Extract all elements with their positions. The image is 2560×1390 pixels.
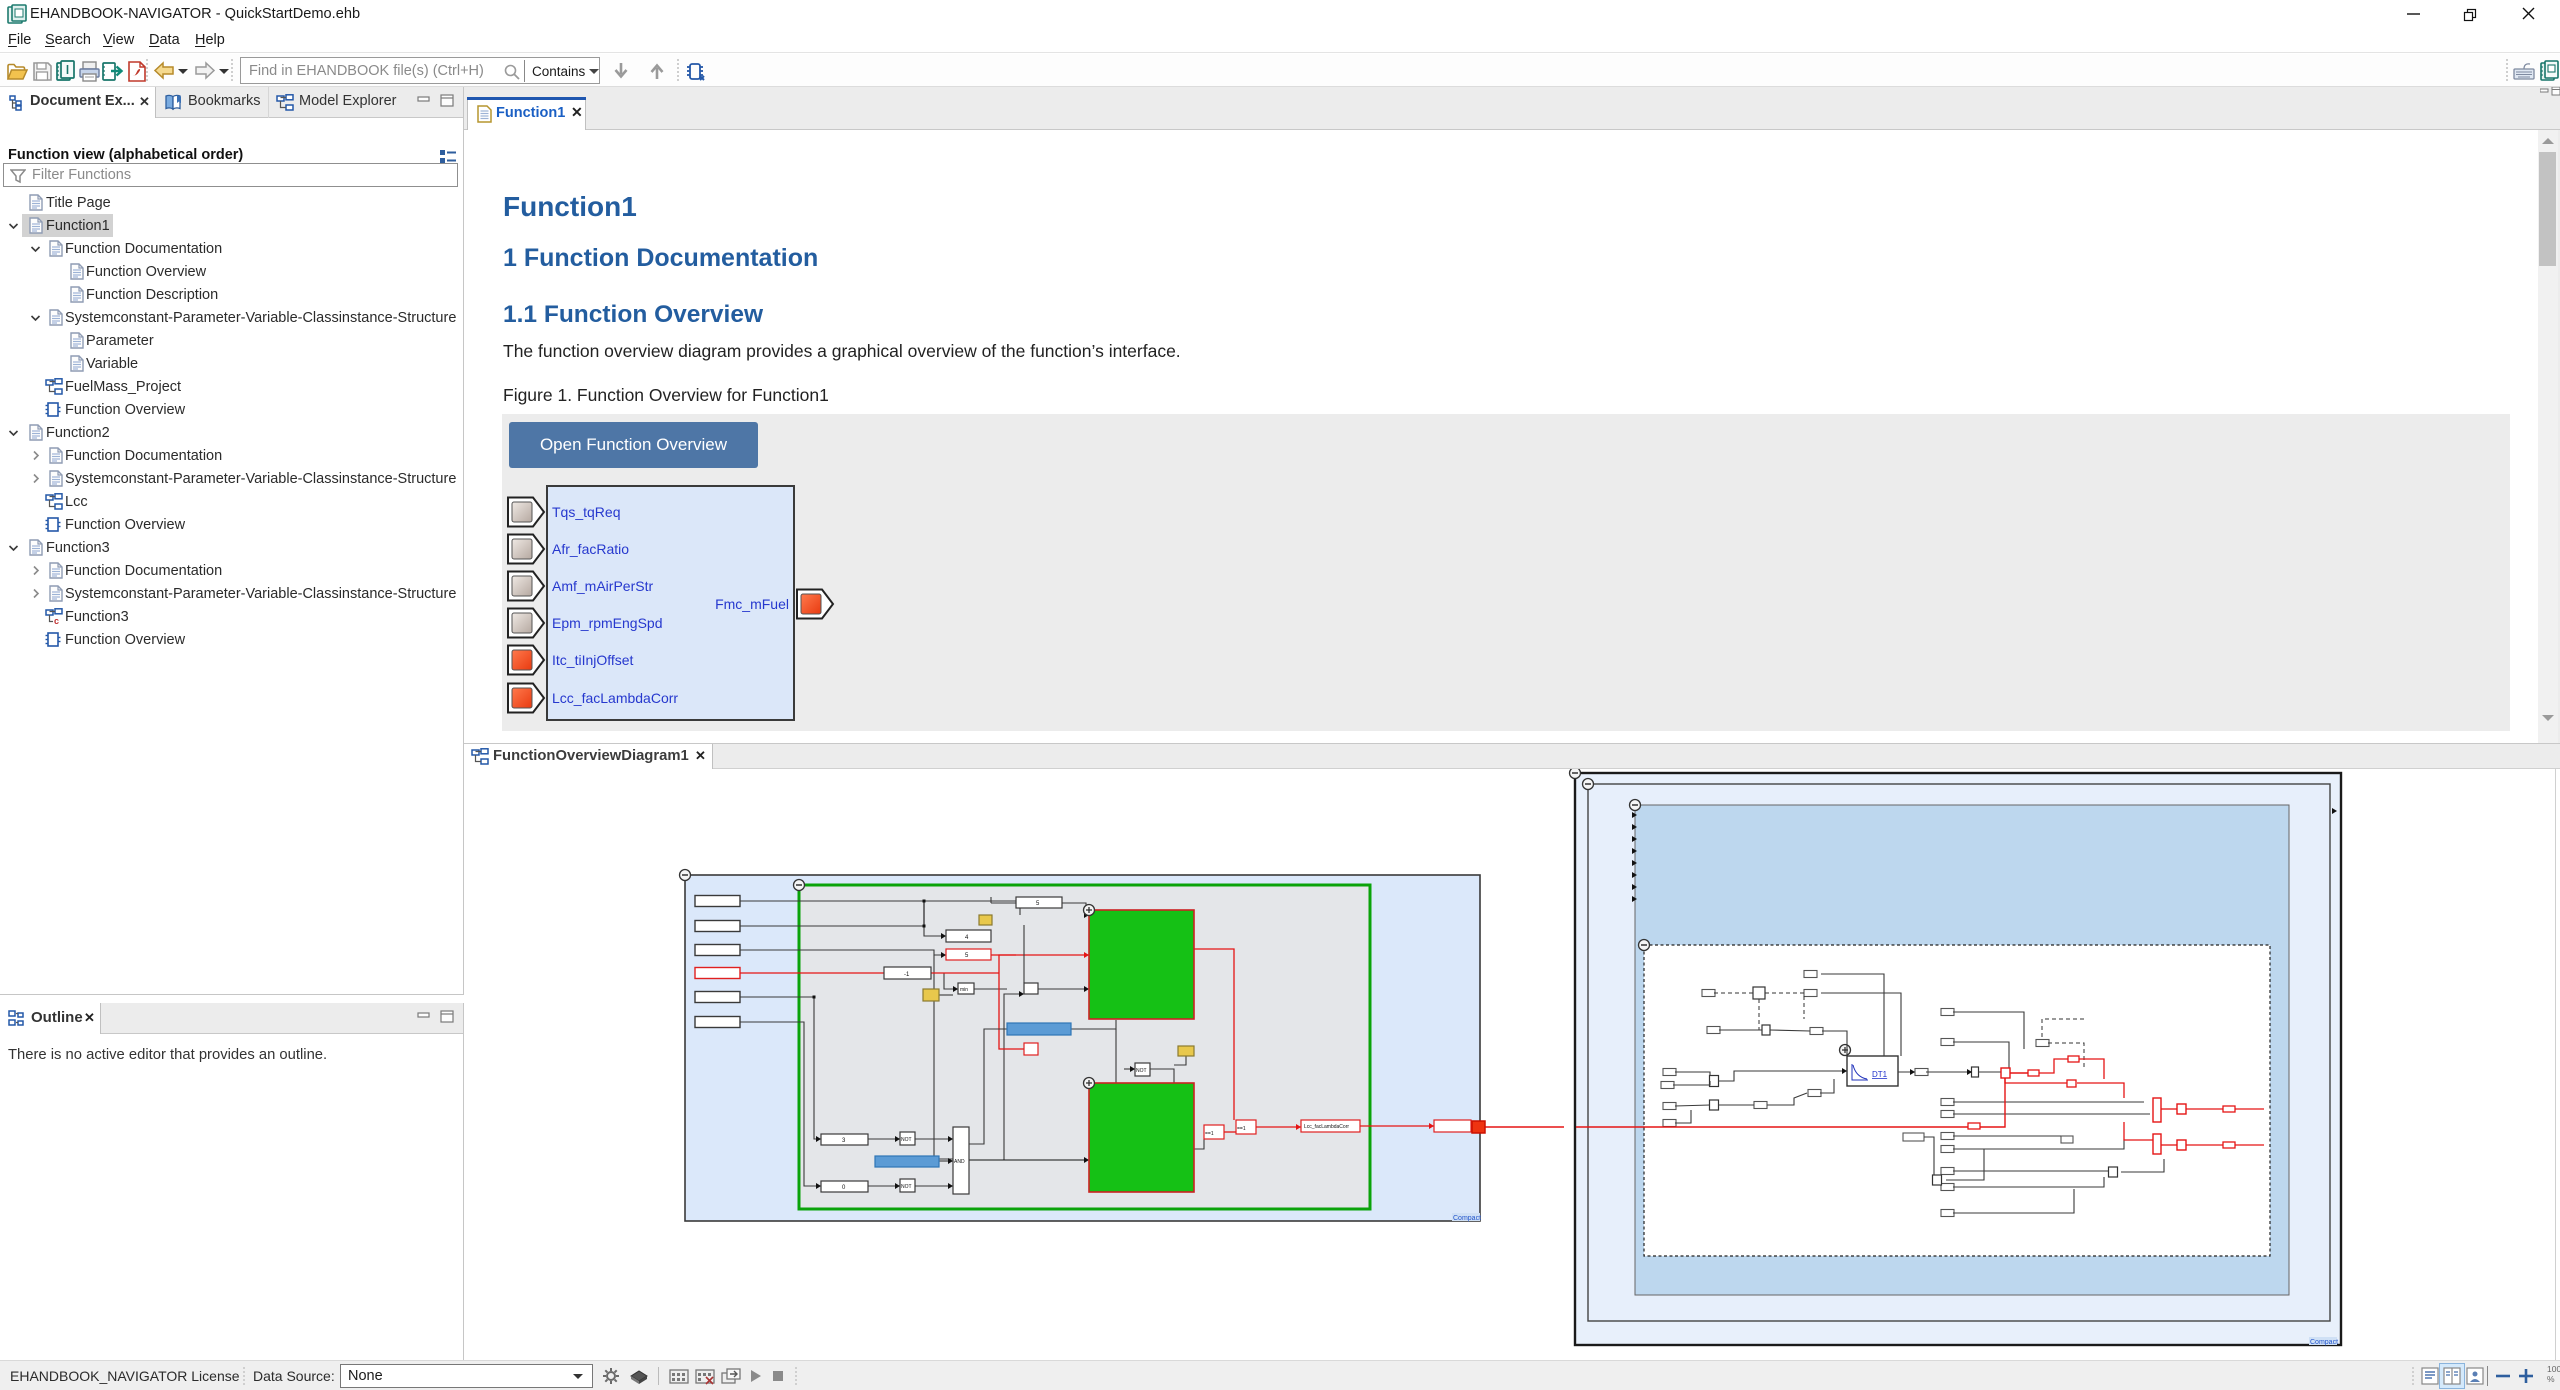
svg-text:Afr_facRatio: Afr_facRatio [552,541,629,557]
svg-text:Fmc_mFuel: Fmc_mFuel [715,596,789,612]
svg-text:Compact: Compact [2310,1339,2338,1346]
svg-text:NOT: NOT [1136,1068,1147,1074]
svg-text:NOT: NOT [901,1137,912,1143]
svg-text:Lcc_facLambdaCorr: Lcc_facLambdaCorr [552,690,678,706]
svg-text:c: c [54,616,59,625]
svg-text:AND: AND [954,1159,965,1165]
svg-text:==1: ==1 [1205,1131,1214,1137]
svg-text:Lcc_facLambdaCorr: Lcc_facLambdaCorr [1304,1124,1349,1130]
svg-text:-1: -1 [904,972,910,978]
svg-text:Epm_rpmEngSpd: Epm_rpmEngSpd [552,615,663,631]
svg-text:Compact: Compact [1453,1215,1481,1222]
svg-text:Tqs_tqReq: Tqs_tqReq [552,504,620,520]
svg-text:DT1: DT1 [1872,1070,1888,1079]
svg-text:NOT: NOT [901,1184,912,1190]
svg-text:min: min [960,987,968,993]
svg-text:Amf_mAirPerStr: Amf_mAirPerStr [552,578,653,594]
svg-text:Itc_tiInjOffset: Itc_tiInjOffset [552,652,634,668]
svg-text:==1: ==1 [1237,1126,1246,1132]
